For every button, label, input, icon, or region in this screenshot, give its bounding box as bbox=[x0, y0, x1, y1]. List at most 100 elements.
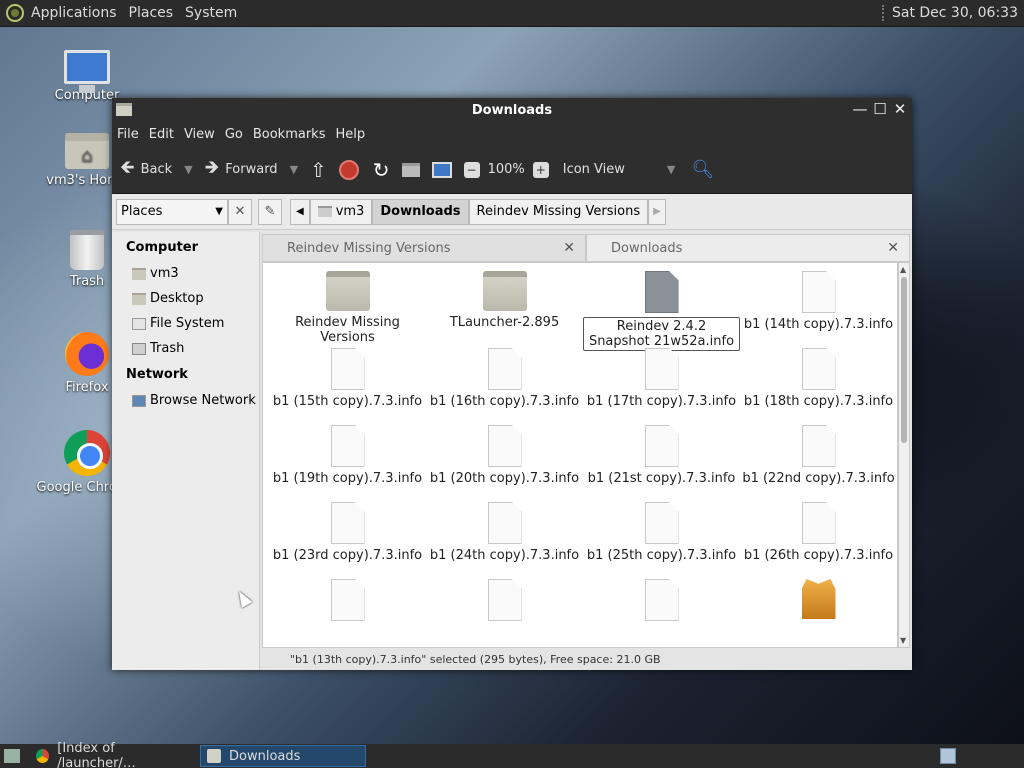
file-icon bbox=[801, 271, 836, 313]
clock[interactable]: Sat Dec 30, 06:33 bbox=[881, 5, 1018, 21]
zoom-level: 100% bbox=[487, 162, 525, 177]
home-folder-icon: ⌂ bbox=[65, 133, 109, 169]
title-bar[interactable]: Downloads — ☐ ✕ bbox=[112, 98, 912, 122]
close-tab-icon[interactable]: ✕ bbox=[563, 240, 575, 256]
desktop-icon-computer[interactable]: Computer bbox=[32, 50, 142, 103]
menu-go[interactable]: Go bbox=[225, 127, 243, 142]
up-arrow-icon[interactable]: ⇧ bbox=[310, 158, 327, 182]
file-item[interactable]: b1 (25th copy).7.3.info bbox=[583, 502, 740, 579]
view-mode-select[interactable]: Icon View bbox=[563, 162, 625, 177]
computer-icon[interactable] bbox=[431, 161, 452, 178]
file-item[interactable]: b1 (26th copy).7.3.info bbox=[740, 502, 897, 579]
close-sidebar-button[interactable]: ✕ bbox=[228, 198, 252, 225]
file-item[interactable]: b1 (20th copy).7.3.info bbox=[426, 425, 583, 502]
breadcrumb-right-arrow[interactable]: ▶ bbox=[648, 198, 666, 225]
forward-history-dropdown[interactable]: ▼ bbox=[290, 163, 298, 176]
scrollbar-thumb[interactable] bbox=[901, 277, 907, 443]
menu-system[interactable]: System bbox=[185, 5, 237, 21]
menu-view[interactable]: View bbox=[184, 127, 215, 142]
edit-location-button[interactable]: ✎ bbox=[258, 198, 282, 225]
tab-reindev-missing-versions[interactable]: Reindev Missing Versions ✕ bbox=[262, 234, 586, 262]
file-item[interactable]: b1 (14th copy).7.3.info bbox=[740, 271, 897, 348]
file-item[interactable]: b1 (21st copy).7.3.info bbox=[583, 425, 740, 502]
task-browser[interactable]: [Index of /launcher/… bbox=[30, 741, 196, 768]
menu-places[interactable]: Places bbox=[129, 5, 174, 21]
show-desktop-icon[interactable] bbox=[4, 749, 20, 763]
tab-downloads[interactable]: Downloads ✕ bbox=[586, 234, 910, 262]
task-downloads[interactable]: Downloads bbox=[200, 745, 366, 767]
file-item[interactable] bbox=[426, 579, 583, 647]
computer-icon bbox=[64, 50, 110, 93]
file-item[interactable]: b1 (24th copy).7.3.info bbox=[426, 502, 583, 579]
mint-logo-icon[interactable] bbox=[6, 4, 24, 22]
file-item[interactable]: b1 (22nd copy).7.3.info bbox=[740, 425, 897, 502]
file-item[interactable]: b1 (16th copy).7.3.info bbox=[426, 348, 583, 425]
menu-file[interactable]: File bbox=[117, 127, 139, 142]
desktop-folder-icon bbox=[132, 292, 146, 305]
breadcrumb: ◀ vm3 Downloads Reindev Missing Versions… bbox=[290, 198, 666, 225]
menu-bookmarks[interactable]: Bookmarks bbox=[253, 127, 326, 142]
home-icon[interactable] bbox=[401, 162, 420, 177]
back-button[interactable]: 🡸 Back bbox=[120, 155, 172, 185]
zoom-in-icon[interactable]: + bbox=[532, 161, 549, 178]
breadcrumb-downloads[interactable]: Downloads bbox=[372, 198, 469, 225]
menu-help[interactable]: Help bbox=[335, 127, 365, 142]
breadcrumb-reindev-missing-versions[interactable]: Reindev Missing Versions bbox=[468, 198, 649, 225]
file-item[interactable] bbox=[740, 579, 897, 647]
scrollbar[interactable]: ▲ ▼ bbox=[898, 262, 910, 648]
folder-icon bbox=[325, 271, 370, 311]
file-item[interactable]: b1 (15th copy).7.3.info bbox=[269, 348, 426, 425]
menu-edit[interactable]: Edit bbox=[149, 127, 174, 142]
sidebar-item-label: Trash bbox=[150, 341, 185, 356]
sidebar-item-file-system[interactable]: File System bbox=[126, 311, 259, 336]
close-button[interactable]: ✕ bbox=[892, 100, 908, 118]
file-item[interactable]: b1 (17th copy).7.3.info bbox=[583, 348, 740, 425]
sidebar-item-browse-network[interactable]: Browse Network bbox=[126, 388, 259, 413]
menu-applications[interactable]: Applications bbox=[31, 5, 117, 21]
file-item[interactable]: TLauncher-2.895 bbox=[426, 271, 583, 348]
package-icon bbox=[801, 579, 836, 619]
maximize-button[interactable]: ☐ bbox=[872, 100, 888, 118]
file-item[interactable]: Reindev 2.4.2 Snapshot 21w52a.info bbox=[583, 271, 740, 351]
places-select-label: Places bbox=[121, 204, 163, 219]
scroll-up-icon[interactable]: ▲ bbox=[900, 265, 906, 274]
back-history-dropdown[interactable]: ▼ bbox=[184, 163, 192, 176]
sidebar-item-desktop[interactable]: Desktop bbox=[126, 286, 259, 311]
minimize-button[interactable]: — bbox=[852, 100, 868, 118]
file-item[interactable]: b1 (23rd copy).7.3.info bbox=[269, 502, 426, 579]
sidebar: Computer vm3 Desktop File System Trash N… bbox=[112, 232, 260, 670]
view-mode-chevron-down-icon[interactable]: ▼ bbox=[667, 163, 675, 176]
forward-button[interactable]: 🡺 Forward bbox=[205, 155, 278, 185]
sidebar-item-vm3[interactable]: vm3 bbox=[126, 261, 259, 286]
stop-icon[interactable] bbox=[338, 159, 359, 180]
file-item[interactable]: b1 (19th copy).7.3.info bbox=[269, 425, 426, 502]
file-grid: Reindev Missing Versions TLauncher-2.895 R… bbox=[263, 263, 897, 647]
workspace-switcher[interactable] bbox=[940, 748, 956, 764]
breadcrumb-left-arrow[interactable]: ◀ bbox=[290, 198, 310, 225]
file-item[interactable]: Reindev Missing Versions bbox=[269, 271, 426, 348]
task-label: Downloads bbox=[229, 748, 301, 764]
status-bar: "b1 (13th copy).7.3.info" selected (295 … bbox=[290, 652, 661, 666]
file-icon bbox=[644, 425, 679, 467]
zoom-out-icon[interactable]: − bbox=[463, 161, 480, 178]
file-name: Reindev Missing Versions bbox=[295, 315, 400, 345]
file-item[interactable] bbox=[583, 579, 740, 647]
chevron-down-icon: ▼ bbox=[215, 206, 223, 217]
file-item[interactable] bbox=[269, 579, 426, 647]
sidebar-item-trash[interactable]: Trash bbox=[126, 336, 259, 361]
close-tab-icon[interactable]: ✕ bbox=[887, 240, 899, 256]
scroll-down-icon[interactable]: ▼ bbox=[900, 636, 906, 645]
file-name: b1 (21st copy).7.3.info bbox=[587, 471, 736, 486]
sidebar-item-label: vm3 bbox=[150, 266, 179, 281]
file-item[interactable]: b1 (18th copy).7.3.info bbox=[740, 348, 897, 425]
reload-icon[interactable]: ↻ bbox=[373, 158, 390, 182]
breadcrumb-vm3[interactable]: vm3 bbox=[309, 198, 373, 225]
search-icon[interactable]: 🔍︎ bbox=[691, 159, 714, 180]
chrome-icon bbox=[36, 749, 50, 763]
home-icon bbox=[317, 206, 332, 217]
tab-label: Reindev Missing Versions bbox=[287, 240, 451, 256]
file-name: b1 (14th copy).7.3.info bbox=[743, 317, 894, 332]
places-select[interactable]: Places ▼ bbox=[116, 198, 228, 225]
file-icon bbox=[487, 579, 522, 621]
file-icon bbox=[801, 502, 836, 544]
